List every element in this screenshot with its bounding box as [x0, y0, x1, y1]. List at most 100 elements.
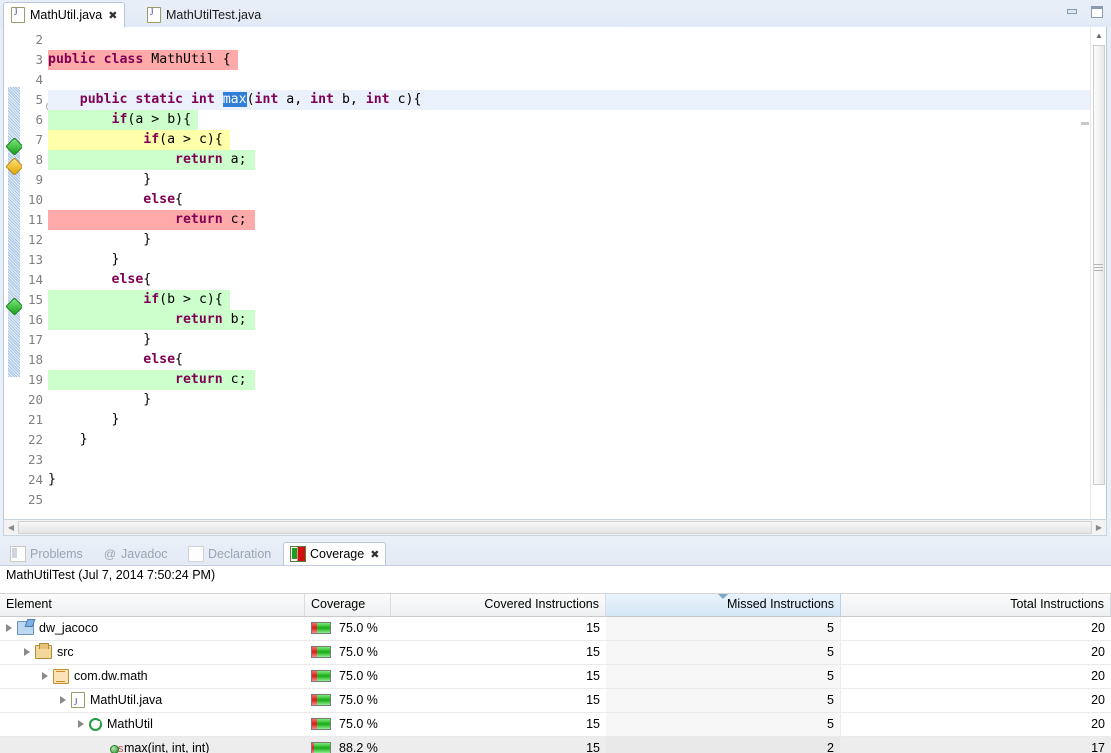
- tab-javadoc[interactable]: @ Javadoc: [97, 542, 174, 565]
- line-number: 13: [27, 252, 43, 267]
- cell-element[interactable]: MathUtil: [0, 713, 305, 736]
- code-line[interactable]: else{: [48, 270, 152, 290]
- code-line[interactable]: }: [48, 230, 151, 250]
- column-header-coverage[interactable]: Coverage: [305, 594, 391, 616]
- column-header-element[interactable]: Element: [0, 594, 305, 616]
- line-number: 22: [27, 432, 43, 447]
- coverage-table-body[interactable]: dw_jacoco 75.0 % 15 5 20 src 75.0 % 15 5 20 com.dw…: [0, 617, 1111, 753]
- line-number: 11: [27, 212, 43, 227]
- code-line[interactable]: }: [48, 170, 151, 190]
- tree-expander-icon[interactable]: [60, 696, 66, 704]
- scroll-up-icon[interactable]: ▲: [1092, 28, 1106, 43]
- table-row[interactable]: com.dw.math 75.0 % 15 5 20: [0, 665, 1111, 689]
- cell-element[interactable]: dw_jacoco: [0, 617, 305, 640]
- code-line[interactable]: }: [48, 390, 151, 410]
- maximize-button[interactable]: [1088, 4, 1105, 19]
- scroll-right-icon[interactable]: ▶: [1092, 520, 1106, 535]
- code-line[interactable]: return c;: [48, 370, 247, 390]
- cell-missed-instructions: 5: [606, 665, 841, 688]
- editor-horizontal-scrollbar[interactable]: ◀ ▶: [3, 519, 1107, 536]
- cell-covered-instructions: 15: [586, 741, 600, 753]
- table-row[interactable]: dw_jacoco 75.0 % 15 5 20: [0, 617, 1111, 641]
- table-row[interactable]: MathUtil.java 75.0 % 15 5 20: [0, 689, 1111, 713]
- code-line[interactable]: else{: [48, 190, 183, 210]
- cell-element[interactable]: max(int, int, int): [0, 737, 305, 753]
- close-icon[interactable]: ✖: [370, 549, 379, 560]
- column-header-covered[interactable]: Covered Instructions: [391, 594, 606, 616]
- eclipse-workbench: MathUtil.java ✖ MathUtilTest.java: [0, 0, 1111, 753]
- tree-expander-icon[interactable]: [78, 720, 84, 728]
- code-line[interactable]: else{: [48, 350, 183, 370]
- java-file-icon: [71, 691, 85, 712]
- coverage-bar: [311, 718, 331, 730]
- cell-element[interactable]: src: [0, 641, 305, 664]
- table-row[interactable]: src 75.0 % 15 5 20: [0, 641, 1111, 665]
- coverage-percent: 88.2 %: [339, 741, 378, 753]
- code-line[interactable]: }: [48, 430, 88, 450]
- line-number: 23: [27, 452, 43, 467]
- code-line[interactable]: return c;: [48, 210, 247, 230]
- scroll-left-icon[interactable]: ◀: [4, 520, 18, 535]
- code-line[interactable]: }: [48, 330, 151, 350]
- editor-vertical-scrollbar[interactable]: ▲ ▼: [1090, 27, 1106, 531]
- line-number: 2: [35, 32, 43, 47]
- view-tab-bar: Problems @ Javadoc Declaration Coverage …: [0, 540, 1111, 566]
- editor-tab-mathutiltest[interactable]: MathUtilTest.java: [140, 2, 268, 27]
- annotation-ruler[interactable]: [4, 27, 24, 531]
- tree-expander-icon[interactable]: [6, 624, 12, 632]
- code-area[interactable]: 2 3 4 5 6 7 8 9 10 11 12 13 14 15 16 17 18 19 20 21 22 23 24 25…: [4, 27, 1106, 531]
- tab-coverage[interactable]: Coverage ✖: [283, 542, 387, 565]
- overview-ruler-mark[interactable]: [1081, 122, 1089, 125]
- code-line[interactable]: public static int max(int a, int b, int …: [48, 90, 421, 110]
- cell-missed-instructions: 2: [606, 737, 841, 753]
- column-header-missed[interactable]: Missed Instructions: [606, 594, 841, 616]
- code-line[interactable]: }: [48, 410, 120, 430]
- column-header-total[interactable]: Total Instructions: [841, 594, 1111, 616]
- tab-label: Declaration: [208, 546, 272, 561]
- source-folder-icon: [35, 643, 52, 659]
- line-number: 3: [35, 52, 43, 67]
- code-line[interactable]: return b;: [48, 310, 247, 330]
- code-line[interactable]: if(a > b){: [48, 110, 192, 130]
- code-line[interactable]: if(a > c){: [48, 130, 223, 150]
- table-row[interactable]: MathUtil 75.0 % 15 5 20: [0, 713, 1111, 737]
- code-line[interactable]: if(b > c){: [48, 290, 223, 310]
- tab-label: Coverage: [310, 547, 365, 561]
- coverage-bar: [311, 622, 331, 634]
- close-icon[interactable]: ✖: [108, 10, 117, 21]
- code-text[interactable]: public class MathUtil { public static in…: [48, 27, 1106, 531]
- coverage-bar-covered: [316, 719, 330, 729]
- line-number: 17: [27, 332, 43, 347]
- scroll-grip-icon: [1094, 264, 1103, 271]
- code-line[interactable]: }: [48, 470, 56, 490]
- code-line[interactable]: }: [48, 250, 120, 270]
- element-label: dw_jacoco: [39, 621, 99, 635]
- editor-tab-label: MathUtilTest.java: [166, 7, 262, 22]
- editor-tab-bar: MathUtil.java ✖ MathUtilTest.java: [0, 0, 1111, 27]
- minimize-button[interactable]: [1063, 4, 1080, 19]
- element-label: com.dw.math: [74, 669, 148, 683]
- line-number: 8: [35, 152, 43, 167]
- tree-expander-icon[interactable]: [24, 648, 30, 656]
- tree-expander-icon[interactable]: [42, 672, 48, 680]
- cell-covered-instructions: 15: [586, 621, 600, 635]
- coverage-stripe: [8, 87, 20, 377]
- coverage-table[interactable]: Element Coverage Covered Instructions Misse…: [0, 593, 1111, 753]
- line-number: 15: [27, 292, 43, 307]
- cell-element[interactable]: MathUtil.java: [0, 689, 305, 712]
- cell-total-instructions: 20: [1091, 621, 1105, 635]
- cell-coverage: 75.0 %: [305, 713, 391, 736]
- line-number: 9: [35, 172, 43, 187]
- line-number: 19: [27, 372, 43, 387]
- hscroll-thumb[interactable]: [18, 521, 1092, 534]
- editor-tab-label: MathUtil.java: [30, 8, 103, 22]
- cell-element[interactable]: com.dw.math: [0, 665, 305, 688]
- tab-declaration[interactable]: Declaration: [182, 542, 277, 565]
- editor-tab-mathutil[interactable]: MathUtil.java ✖: [3, 2, 126, 27]
- table-row[interactable]: max(int, int, int) 88.2 % 15 2 17: [0, 737, 1111, 753]
- tab-problems[interactable]: Problems: [4, 542, 89, 565]
- cell-coverage: 75.0 %: [305, 617, 391, 640]
- code-line[interactable]: return a;: [48, 150, 247, 170]
- source-editor[interactable]: 2 3 4 5 6 7 8 9 10 11 12 13 14 15 16 17 18 19 20 21 22 23 24 25…: [3, 27, 1107, 532]
- code-line[interactable]: public class MathUtil {: [48, 50, 231, 70]
